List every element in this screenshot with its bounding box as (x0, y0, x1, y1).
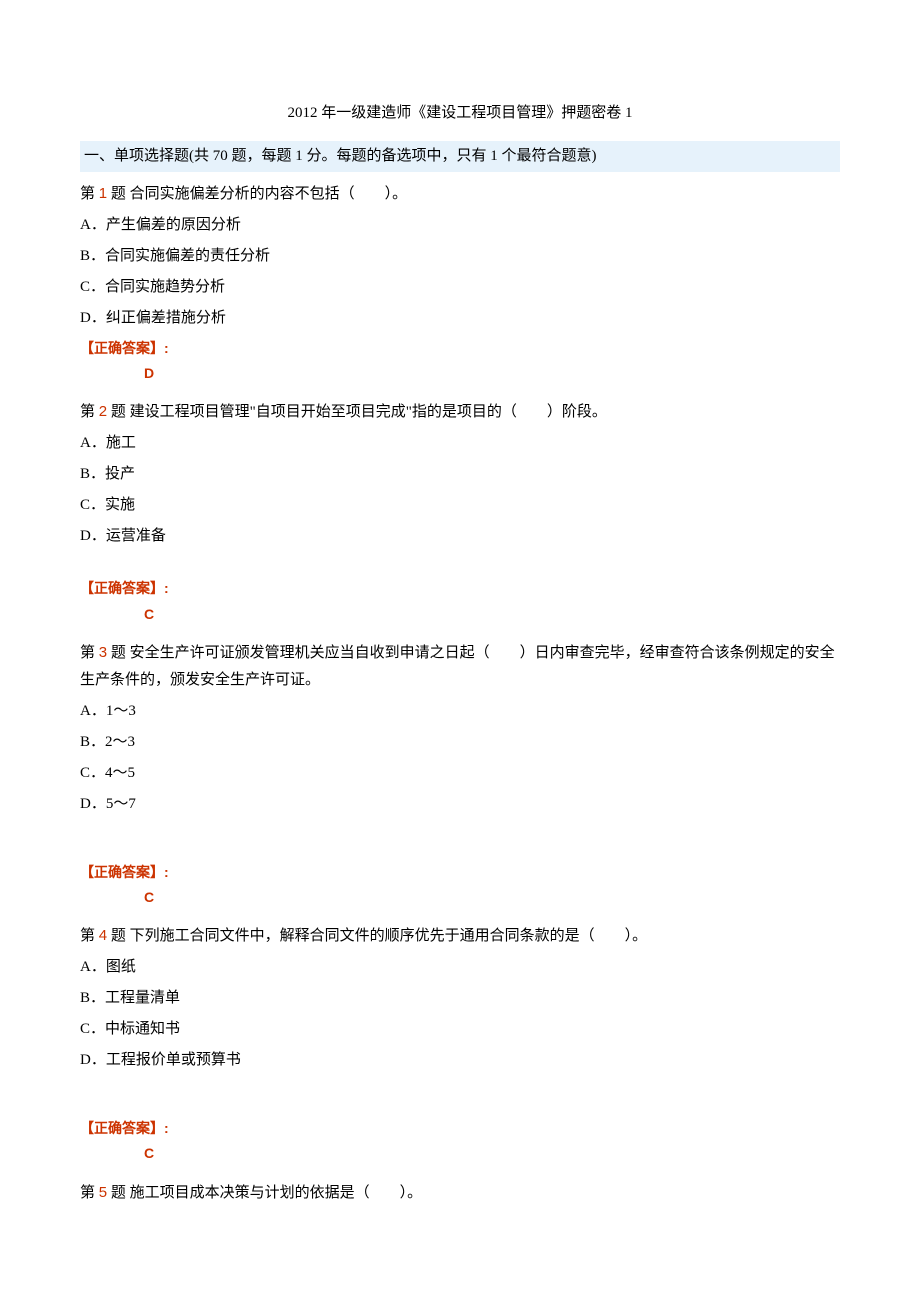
questions-container: 第 1 题 合同实施偏差分析的内容不包括（ ）。 A．产生偏差的原因分析 B．合同实… (80, 180, 840, 1207)
question-line: 第 5 题 施工项目成本决策与计划的依据是（ ）。 (80, 1179, 840, 1207)
option: A．产生偏差的原因分析 (80, 212, 840, 239)
question-prefix: 第 (80, 404, 99, 420)
option: C．合同实施趋势分析 (80, 274, 840, 301)
option: B．2～3 (80, 729, 840, 756)
question-text: 建设工程项目管理"自项目开始至项目完成"指的是项目的（ ）阶段。 (126, 404, 607, 420)
option: D．工程报价单或预算书 (80, 1047, 840, 1074)
option: B．合同实施偏差的责任分析 (80, 243, 840, 270)
option: C．中标通知书 (80, 1016, 840, 1043)
option: D．纠正偏差措施分析 (80, 305, 840, 332)
question-line: 第 3 题 安全生产许可证颁发管理机关应当自收到申请之日起（ ）日内审查完毕，经… (80, 639, 840, 694)
answer-value: C (144, 602, 840, 627)
question-number: 3 (99, 644, 107, 661)
question-prefix: 第 (80, 186, 99, 202)
question-suffix: 题 (107, 645, 126, 661)
question-line: 第 2 题 建设工程项目管理"自项目开始至项目完成"指的是项目的（ ）阶段。 (80, 398, 840, 426)
question-prefix: 第 (80, 645, 99, 661)
document-page: 2012 年一级建造师《建设工程项目管理》押题密卷 1 一、单项选择题(共 70… (0, 0, 920, 1302)
answer-value: C (144, 885, 840, 910)
question-suffix: 题 (107, 186, 126, 202)
option: D．5～7 (80, 791, 840, 818)
option: A．1～3 (80, 698, 840, 725)
option: C．实施 (80, 492, 840, 519)
question-number: 1 (99, 185, 107, 202)
question-prefix: 第 (80, 1185, 99, 1201)
section-header: 一、单项选择题(共 70 题，每题 1 分。每题的备选项中，只有 1 个最符合题… (80, 141, 840, 172)
question-line: 第 1 题 合同实施偏差分析的内容不包括（ ）。 (80, 180, 840, 208)
question-number: 2 (99, 403, 107, 420)
question-text: 安全生产许可证颁发管理机关应当自收到申请之日起（ ）日内审查完毕，经审查符合该条… (80, 645, 835, 688)
answer-label: 【正确答案】: (80, 336, 840, 361)
question-number: 4 (99, 927, 107, 944)
option: B．投产 (80, 461, 840, 488)
question-suffix: 题 (107, 928, 126, 944)
question-line: 第 4 题 下列施工合同文件中，解释合同文件的顺序优先于通用合同条款的是（ ）。 (80, 922, 840, 950)
answer-value: C (144, 1141, 840, 1166)
option: B．工程量清单 (80, 985, 840, 1012)
question-suffix: 题 (107, 1185, 126, 1201)
page-title: 2012 年一级建造师《建设工程项目管理》押题密卷 1 (80, 100, 840, 127)
question-text: 合同实施偏差分析的内容不包括（ ）。 (126, 186, 407, 202)
option: A．施工 (80, 430, 840, 457)
answer-value: D (144, 361, 840, 386)
question-text: 施工项目成本决策与计划的依据是（ ）。 (126, 1185, 422, 1201)
question-text: 下列施工合同文件中，解释合同文件的顺序优先于通用合同条款的是（ ）。 (126, 928, 647, 944)
answer-label: 【正确答案】: (80, 576, 840, 601)
question-suffix: 题 (107, 404, 126, 420)
answer-label: 【正确答案】: (80, 1116, 840, 1141)
question-prefix: 第 (80, 928, 99, 944)
option: D．运营准备 (80, 523, 840, 550)
answer-label: 【正确答案】: (80, 860, 840, 885)
question-number: 5 (99, 1184, 107, 1201)
option: A．图纸 (80, 954, 840, 981)
option: C．4～5 (80, 760, 840, 787)
